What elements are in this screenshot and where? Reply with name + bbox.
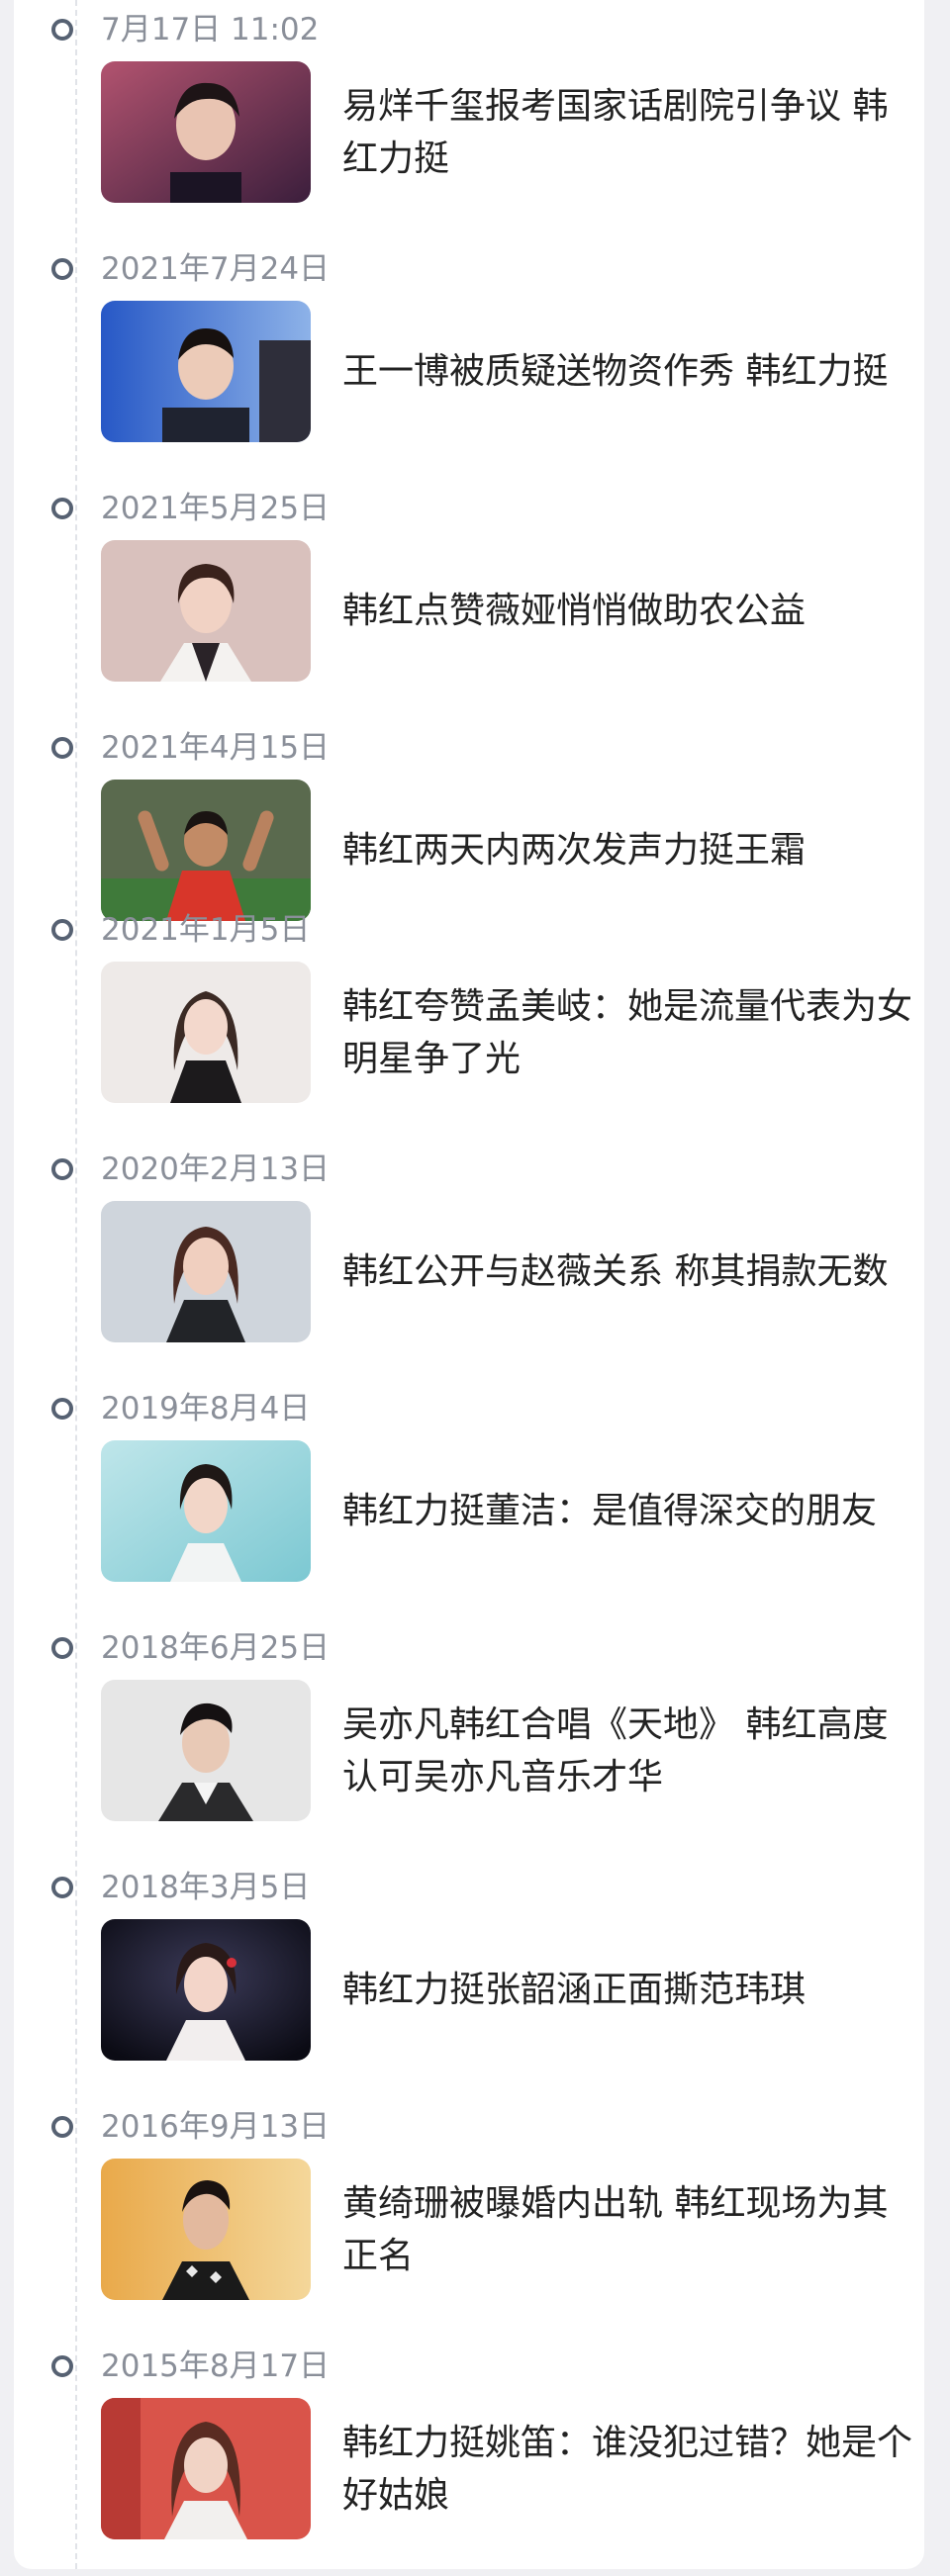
entry-date: 2021年1月5日 — [101, 912, 311, 948]
news-thumbnail[interactable] — [101, 301, 311, 442]
timeline-dot — [51, 737, 73, 759]
news-title[interactable]: 韩红力挺姚笛：谁没犯过错？她是个好姑娘 — [342, 2398, 916, 2539]
timeline-entry[interactable]: 2021年1月5日 韩红夸赞孟美岐：她是流量代表为女明星争了光 — [14, 900, 924, 1140]
entry-date: 2016年9月13日 — [101, 2109, 331, 2145]
news-title[interactable]: 吴亦凡韩红合唱《天地》 韩红高度认可吴亦凡音乐才华 — [342, 1680, 916, 1821]
news-title[interactable]: 韩红夸赞孟美岐：她是流量代表为女明星争了光 — [342, 962, 916, 1103]
timeline-dot — [51, 1398, 73, 1420]
entry-date: 2018年3月5日 — [101, 1870, 311, 1905]
news-thumbnail[interactable] — [101, 1680, 311, 1821]
timeline-entry[interactable]: 7月17日 11:02 易烊千玺报考国家话剧院引争议 韩红力挺 — [14, 0, 924, 239]
entry-date: 2020年2月13日 — [101, 1151, 331, 1187]
timeline-dot — [51, 258, 73, 280]
news-title[interactable]: 韩红点赞薇娅悄悄做助农公益 — [342, 540, 916, 682]
entry-date: 2021年4月15日 — [101, 730, 331, 766]
news-title[interactable]: 王一博被质疑送物资作秀 韩红力挺 — [342, 301, 916, 442]
news-thumbnail[interactable] — [101, 1201, 311, 1342]
timeline-dot — [51, 1637, 73, 1659]
timeline-dot — [51, 19, 73, 41]
news-thumbnail[interactable] — [101, 962, 311, 1103]
news-title[interactable]: 韩红力挺董洁：是值得深交的朋友 — [342, 1440, 916, 1582]
news-thumbnail[interactable] — [101, 61, 311, 203]
news-thumbnail[interactable] — [101, 2159, 311, 2300]
timeline-entry[interactable]: 2018年3月5日 韩红力挺张韶涵正面撕范玮琪 — [14, 1858, 924, 2097]
news-title[interactable]: 黄绮珊被曝婚内出轨 韩红现场为其正名 — [342, 2159, 916, 2300]
entry-date: 2018年6月25日 — [101, 1630, 331, 1666]
timeline-entry[interactable]: 2019年8月4日 韩红力挺董洁：是值得深交的朋友 — [14, 1379, 924, 1618]
timeline-entry[interactable]: 2021年7月24日 王一博被质疑送物资作秀 韩红力挺 — [14, 239, 924, 479]
news-thumbnail[interactable] — [101, 1919, 311, 2061]
news-thumbnail[interactable] — [101, 1440, 311, 1582]
news-thumbnail[interactable] — [101, 540, 311, 682]
timeline-entry[interactable]: 2018年6月25日 吴亦凡韩红合唱《天地》 韩红高度认可吴亦凡音乐才华 — [14, 1618, 924, 1858]
timeline-entry[interactable]: 2021年5月25日 韩红点赞薇娅悄悄做助农公益 — [14, 479, 924, 718]
timeline-entry[interactable]: 2015年8月17日 韩红力挺姚笛：谁没犯过错？她是个好姑娘 — [14, 2337, 924, 2576]
news-title[interactable]: 易烊千玺报考国家话剧院引争议 韩红力挺 — [342, 61, 916, 203]
news-thumbnail[interactable] — [101, 2398, 311, 2539]
timeline-dot — [51, 1158, 73, 1180]
entry-date: 2015年8月17日 — [101, 2348, 331, 2384]
entry-date: 2021年7月24日 — [101, 251, 331, 287]
timeline-entry[interactable]: 2016年9月13日 黄绮珊被曝婚内出轨 韩红现场为其正名 — [14, 2097, 924, 2337]
timeline-dot — [51, 498, 73, 519]
entry-date: 7月17日 11:02 — [101, 12, 320, 47]
entry-date: 2019年8月4日 — [101, 1391, 311, 1426]
timeline-dot — [51, 1877, 73, 1898]
timeline-dot — [51, 2355, 73, 2377]
news-title[interactable]: 韩红力挺张韶涵正面撕范玮琪 — [342, 1919, 916, 2061]
timeline-dot — [51, 2116, 73, 2138]
news-title[interactable]: 韩红公开与赵薇关系 称其捐款无数 — [342, 1201, 916, 1342]
timeline-entry[interactable]: 2020年2月13日 韩红公开与赵薇关系 称其捐款无数 — [14, 1140, 924, 1379]
entry-date: 2021年5月25日 — [101, 491, 331, 526]
timeline-card: 7月17日 11:02 易烊千玺报考国家话剧院引争议 韩红力挺 2021年7月2… — [14, 0, 924, 2569]
timeline-dot — [51, 919, 73, 941]
